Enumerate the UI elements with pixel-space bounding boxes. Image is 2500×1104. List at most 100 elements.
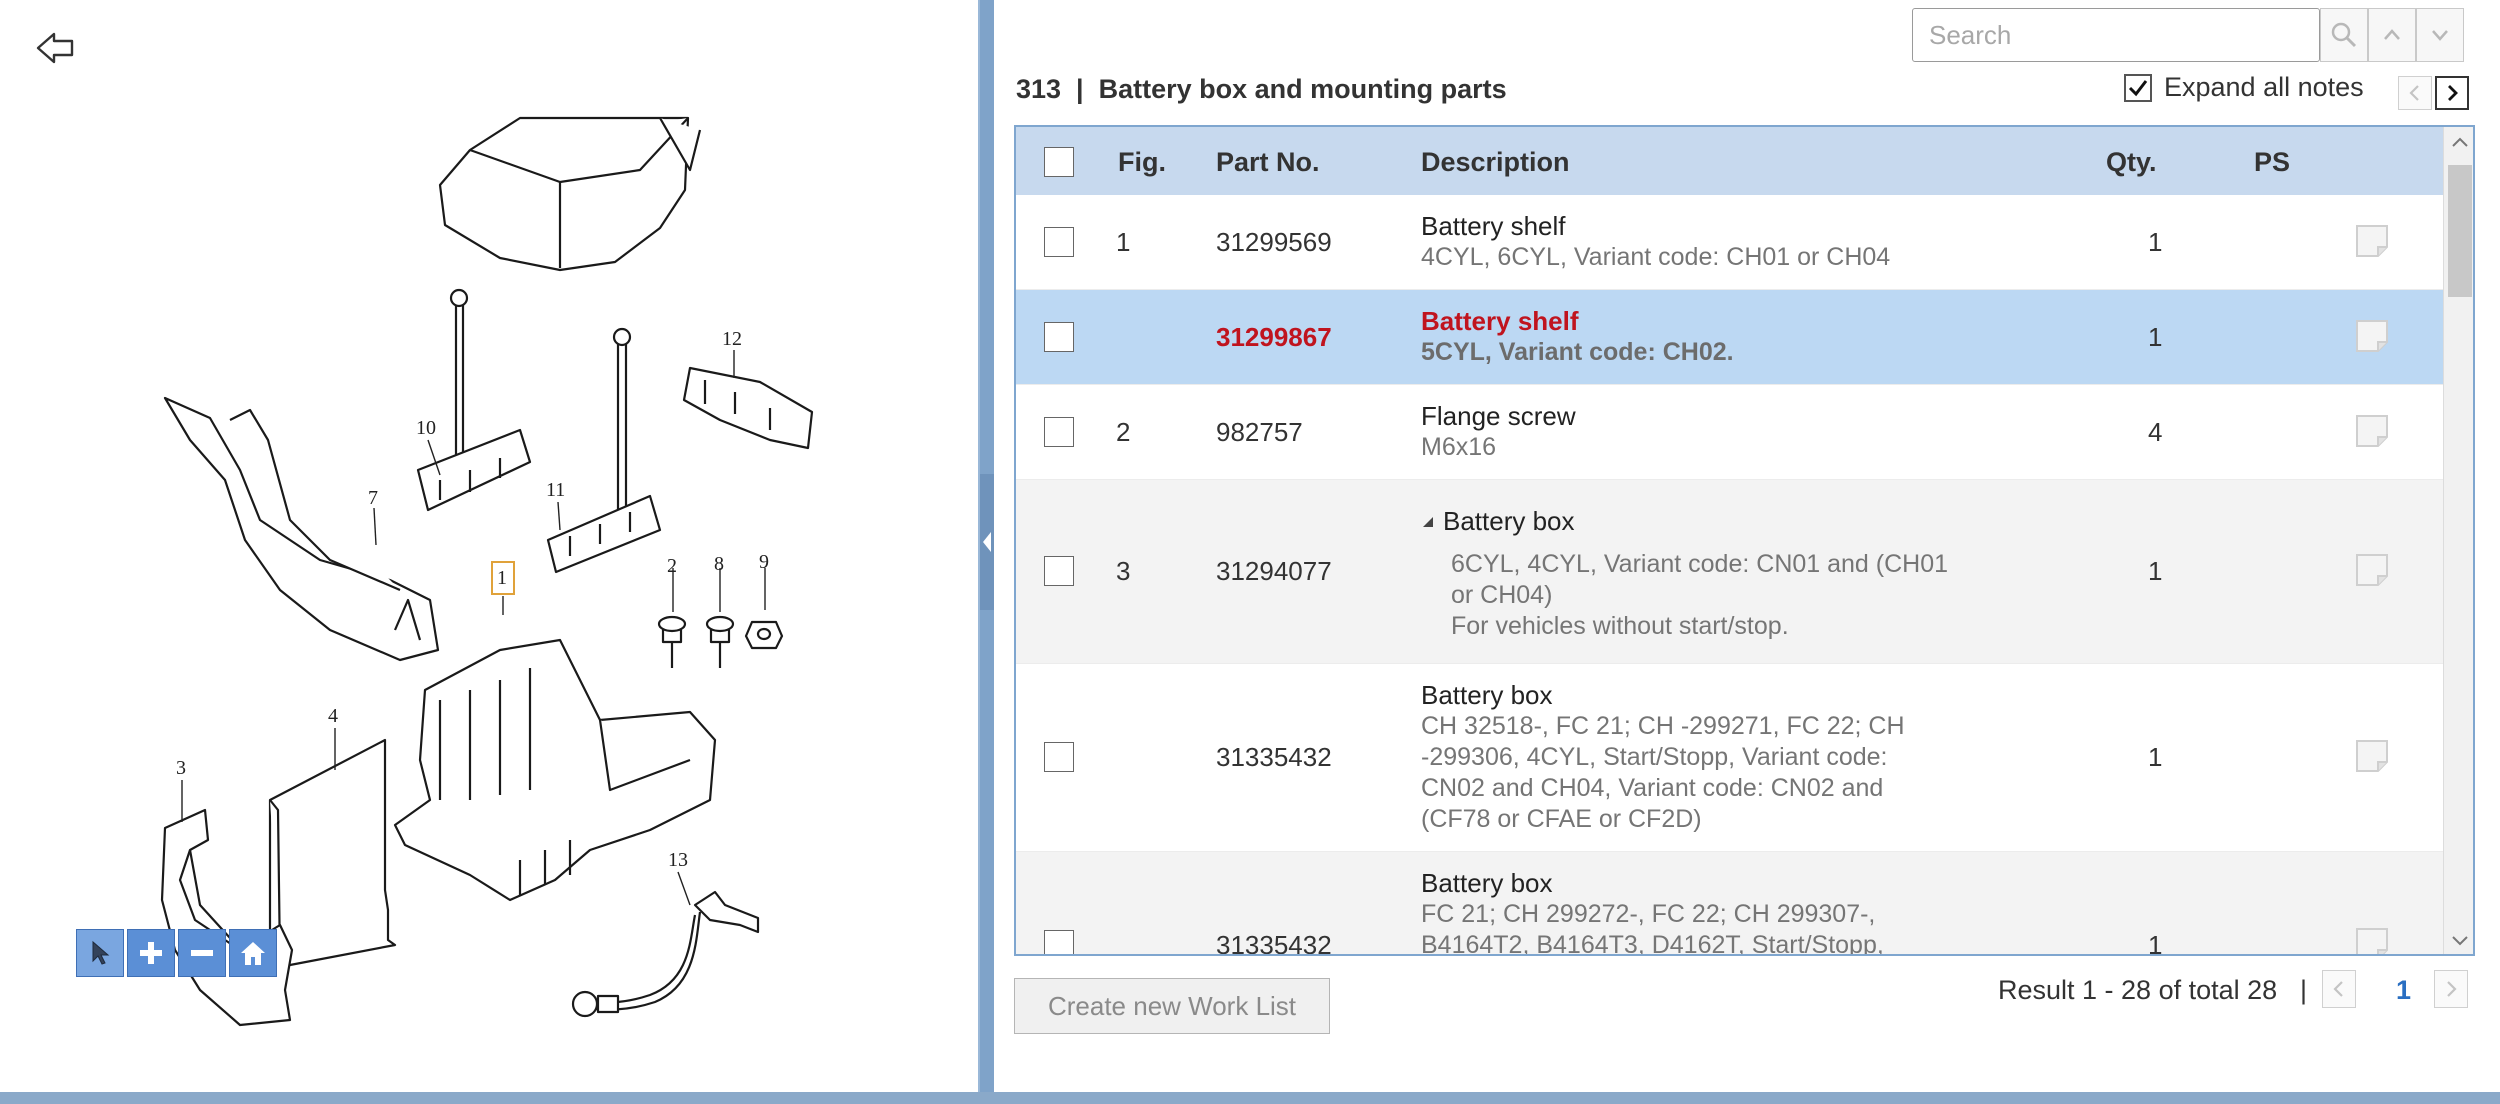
current-page-number[interactable]: 1 — [2396, 975, 2411, 1006]
next-page-button[interactable] — [2434, 970, 2468, 1008]
battery-shelf-part-1 — [393, 638, 717, 902]
description-detail: or CH04) — [1451, 581, 1553, 609]
exploded-parts-diagram[interactable]: 12 10 7 11 1 2 8 9 4 3 13 — [0, 0, 980, 1090]
description-detail: -299306, 4CYL, Start/Stopp, Variant code… — [1421, 743, 1888, 771]
part-number[interactable]: 31294077 — [1216, 556, 1332, 587]
checkmark-icon — [2128, 79, 2148, 96]
note-icon[interactable] — [2354, 552, 2390, 588]
table-scrollbar[interactable] — [2443, 127, 2473, 954]
quantity: 1 — [2148, 556, 2163, 586]
part-number[interactable]: 31335432 — [1216, 930, 1332, 954]
note-icon[interactable] — [2354, 926, 2390, 956]
table-row[interactable]: 1 31299569 Battery shelf 4CYL, 6CYL, Var… — [1016, 195, 2443, 290]
description-title: Battery box — [1421, 868, 1553, 898]
callout-3[interactable]: 3 — [176, 757, 186, 779]
description-detail: FC 21; CH 299272-, FC 22; CH 299307-, — [1421, 900, 1876, 928]
search-input[interactable]: Search — [1912, 8, 2320, 62]
table-body: 1 31299569 Battery shelf 4CYL, 6CYL, Var… — [1016, 195, 2443, 956]
row-checkbox[interactable] — [1044, 556, 1074, 586]
callout-4[interactable]: 4 — [328, 705, 338, 727]
callout-1[interactable]: 1 — [497, 567, 507, 589]
chevron-down-icon — [2452, 936, 2468, 946]
callout-2[interactable]: 2 — [667, 555, 677, 577]
search-button[interactable] — [2320, 8, 2368, 62]
part-number[interactable]: 31299867 — [1216, 322, 1332, 353]
zoom-in-button[interactable] — [127, 929, 175, 977]
row-checkbox[interactable] — [1044, 930, 1074, 954]
expand-all-notes-checkbox[interactable] — [2124, 73, 2152, 102]
select-tool-button[interactable] — [76, 929, 124, 977]
description: Battery box 6CYL, 4CYL, Variant code: CN… — [1421, 506, 1948, 642]
column-header-description[interactable]: Description — [1421, 147, 1570, 178]
collapse-triangle-icon[interactable] — [1421, 515, 1435, 529]
cable-part-13 — [571, 890, 760, 1018]
table-row[interactable]: 2 982757 Flange screw M6x16 4 — [1016, 385, 2443, 480]
column-header-qty[interactable]: Qty. — [2106, 147, 2157, 178]
callout-8[interactable]: 8 — [714, 553, 724, 575]
note-icon[interactable] — [2354, 223, 2390, 259]
zoom-in-icon — [140, 942, 162, 964]
row-checkbox[interactable] — [1044, 417, 1074, 447]
part-number[interactable]: 31299569 — [1216, 227, 1332, 258]
column-header-ps[interactable]: PS — [2254, 147, 2290, 178]
part-number[interactable]: 31335432 — [1216, 742, 1332, 773]
select-all-checkbox[interactable] — [1044, 147, 1074, 177]
quantity: 1 — [2148, 930, 2163, 956]
chevron-up-icon — [2384, 29, 2400, 40]
callout-12[interactable]: 12 — [722, 328, 742, 350]
callout-9[interactable]: 9 — [759, 551, 769, 573]
parts-list-pane: Search 313 | Battery box and mounting pa… — [994, 0, 2500, 1092]
zoom-out-button[interactable] — [178, 929, 226, 977]
back-button[interactable] — [34, 28, 78, 68]
description-detail: 6CYL, 4CYL, Variant code: CN01 and (CH01 — [1451, 550, 1949, 578]
quantity: 1 — [2148, 322, 2163, 352]
search-next-button[interactable] — [2416, 8, 2464, 62]
description-title[interactable]: Battery box — [1421, 506, 1948, 537]
hold-down-rod-11 — [546, 327, 662, 574]
note-icon[interactable] — [2354, 413, 2390, 449]
next-group-button[interactable] — [2435, 76, 2469, 110]
description-title: Battery shelf — [1421, 306, 1579, 336]
callout-10[interactable]: 10 — [416, 417, 436, 439]
table-row[interactable]: 31335432 Battery box FC 21; CH 299272-, … — [1016, 852, 2443, 956]
home-icon — [241, 942, 265, 965]
row-checkbox[interactable] — [1044, 742, 1074, 772]
column-header-fig[interactable]: Fig. — [1118, 147, 1166, 178]
collapse-arrow-icon — [983, 532, 991, 552]
search-previous-button[interactable] — [2368, 8, 2416, 62]
zoom-reset-home-button[interactable] — [229, 929, 277, 977]
description-detail: M6x16 — [1421, 433, 1497, 461]
scroll-up-button[interactable] — [2444, 127, 2473, 157]
table-row[interactable]: 3 31294077 Battery box 6CYL, 4CYL, Varia… — [1016, 480, 2443, 664]
description: Flange screw M6x16 — [1421, 401, 1576, 463]
zoom-out-icon — [191, 950, 213, 956]
scroll-down-button[interactable] — [2444, 926, 2473, 954]
result-count: Result 1 - 28 of total 28 — [1998, 975, 2278, 1005]
table-header: Fig. Part No. Description Qty. PS — [1016, 127, 2443, 195]
callout-13[interactable]: 13 — [668, 849, 688, 871]
previous-group-button[interactable] — [2398, 76, 2432, 110]
table-row-selected[interactable]: 31299867 Battery shelf 5CYL, Variant cod… — [1016, 290, 2443, 385]
note-icon[interactable] — [2354, 738, 2390, 774]
callout-11[interactable]: 11 — [546, 479, 565, 501]
chevron-left-icon — [2409, 85, 2419, 101]
select-pointer-icon — [92, 940, 110, 965]
description-detail: B4164T2, B4164T3, D4162T, Start/Stopp, — [1421, 931, 1884, 956]
table-row[interactable]: 31335432 Battery box CH 32518-, FC 21; C… — [1016, 664, 2443, 852]
quantity: 4 — [2148, 417, 2163, 447]
note-icon[interactable] — [2354, 318, 2390, 354]
row-checkbox[interactable] — [1044, 322, 1074, 352]
diagram-pane[interactable]: 12 10 7 11 1 2 8 9 4 3 13 — [0, 0, 980, 1090]
quantity: 1 — [2148, 227, 2163, 257]
callout-7[interactable]: 7 — [368, 487, 378, 509]
expand-all-notes-toggle[interactable]: Expand all notes — [2124, 72, 2364, 103]
scroll-thumb[interactable] — [2448, 165, 2472, 297]
parts-table: Fig. Part No. Description Qty. PS 1 3129… — [1014, 125, 2475, 956]
heat-shield-part-4 — [268, 738, 397, 967]
part-number[interactable]: 982757 — [1216, 417, 1303, 448]
row-checkbox[interactable] — [1044, 227, 1074, 257]
create-work-list-button[interactable]: Create new Work List — [1014, 978, 1330, 1034]
previous-page-button[interactable] — [2322, 970, 2356, 1008]
column-header-part-no[interactable]: Part No. — [1216, 147, 1320, 178]
bolt-part-2 — [657, 615, 687, 668]
